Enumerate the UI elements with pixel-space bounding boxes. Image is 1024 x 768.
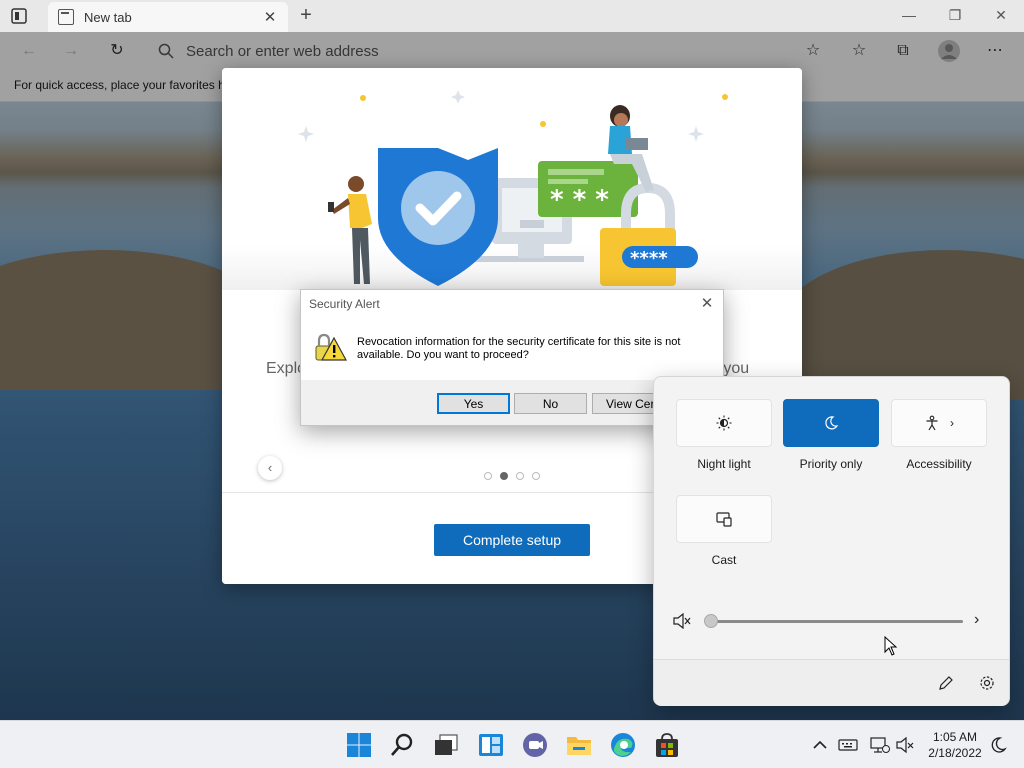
- network-icon[interactable]: [870, 735, 890, 755]
- keyboard-icon[interactable]: [838, 735, 858, 755]
- clock-date: 2/18/2022: [928, 746, 982, 760]
- cast-toggle[interactable]: [676, 495, 772, 543]
- illustration-password-mask: ****: [630, 248, 668, 269]
- dialog-close-icon[interactable]: ✕: [697, 294, 717, 314]
- audio-output-chevron[interactable]: ›: [974, 611, 979, 629]
- quick-settings-footer: [654, 659, 1009, 706]
- carousel-dot-active[interactable]: [500, 472, 508, 480]
- settings-gear-icon[interactable]: [979, 675, 995, 691]
- edge-browser-icon[interactable]: [609, 731, 637, 759]
- volume-slider-thumb[interactable]: [704, 614, 718, 628]
- dialog-titlebar: Security Alert ✕: [301, 290, 723, 318]
- dialog-body: Revocation information for the security …: [301, 318, 723, 380]
- chevron-right-icon: ›: [950, 416, 954, 430]
- warning-lock-icon: [315, 333, 347, 361]
- microsoft-store-icon[interactable]: [653, 731, 681, 759]
- carousel-dot[interactable]: [532, 472, 540, 480]
- restore-button[interactable]: ❐: [932, 4, 978, 28]
- tab-strip: New tab ✕ + — ❐ ✕: [0, 0, 1024, 32]
- security-illustration: * * * ****: [222, 68, 802, 290]
- brightness-icon: [716, 415, 732, 431]
- edit-pencil-icon[interactable]: [938, 675, 954, 691]
- search-icon[interactable]: [389, 731, 417, 759]
- priority-only-toggle[interactable]: [783, 399, 879, 447]
- window-close-button[interactable]: ✕: [978, 4, 1024, 28]
- cast-icon: [716, 512, 732, 527]
- widgets-icon[interactable]: [477, 731, 505, 759]
- carousel-previous-button[interactable]: ‹: [258, 456, 282, 480]
- chevron-up-icon[interactable]: [810, 735, 830, 755]
- new-tab-page-icon: [58, 9, 74, 25]
- illustration-stars: * * *: [550, 185, 609, 215]
- new-tab-button[interactable]: +: [294, 4, 318, 28]
- illustration-graphic: * * * ****: [298, 90, 728, 286]
- tab-actions-icon[interactable]: [10, 7, 28, 25]
- chat-teams-icon[interactable]: [521, 731, 549, 759]
- complete-setup-button[interactable]: Complete setup: [434, 524, 590, 556]
- cast-label: Cast: [711, 553, 737, 567]
- tab-title: New tab: [84, 9, 132, 25]
- night-light-label: Night light: [697, 457, 751, 471]
- clock-time: 1:05 AM: [932, 730, 978, 744]
- close-tab-icon[interactable]: ✕: [258, 8, 282, 26]
- focus-moon-icon[interactable]: [988, 735, 1008, 755]
- file-explorer-icon[interactable]: [565, 731, 593, 759]
- minimize-button[interactable]: —: [886, 4, 932, 28]
- taskbar: 1:05 AM 2/18/2022: [0, 720, 1024, 768]
- carousel-dots: [484, 472, 540, 480]
- yes-button[interactable]: Yes: [437, 393, 510, 414]
- carousel-dot[interactable]: [484, 472, 492, 480]
- volume-muted-icon[interactable]: [673, 613, 691, 629]
- priority-only-label: Priority only: [799, 457, 863, 471]
- tab-new-tab[interactable]: New tab ✕: [48, 2, 288, 32]
- accessibility-icon: [926, 415, 938, 431]
- task-view-icon[interactable]: [432, 731, 460, 759]
- dialog-message: Revocation information for the security …: [357, 336, 681, 361]
- moon-icon: [825, 416, 839, 430]
- volume-slider-track[interactable]: [711, 620, 963, 623]
- night-light-toggle[interactable]: [676, 399, 772, 447]
- quick-settings-panel: Night light Priority only › Accessibilit…: [653, 376, 1010, 706]
- carousel-dot[interactable]: [516, 472, 524, 480]
- no-button[interactable]: No: [514, 393, 587, 414]
- taskbar-clock[interactable]: 1:05 AM 2/18/2022: [920, 729, 990, 761]
- mouse-cursor-icon: [884, 636, 898, 656]
- start-windows-icon[interactable]: [345, 731, 373, 759]
- dialog-title: Security Alert: [309, 297, 380, 311]
- accessibility-toggle[interactable]: ›: [891, 399, 987, 447]
- accessibility-label: Accessibility: [906, 457, 972, 471]
- volume-muted-tray-icon[interactable]: [896, 735, 916, 755]
